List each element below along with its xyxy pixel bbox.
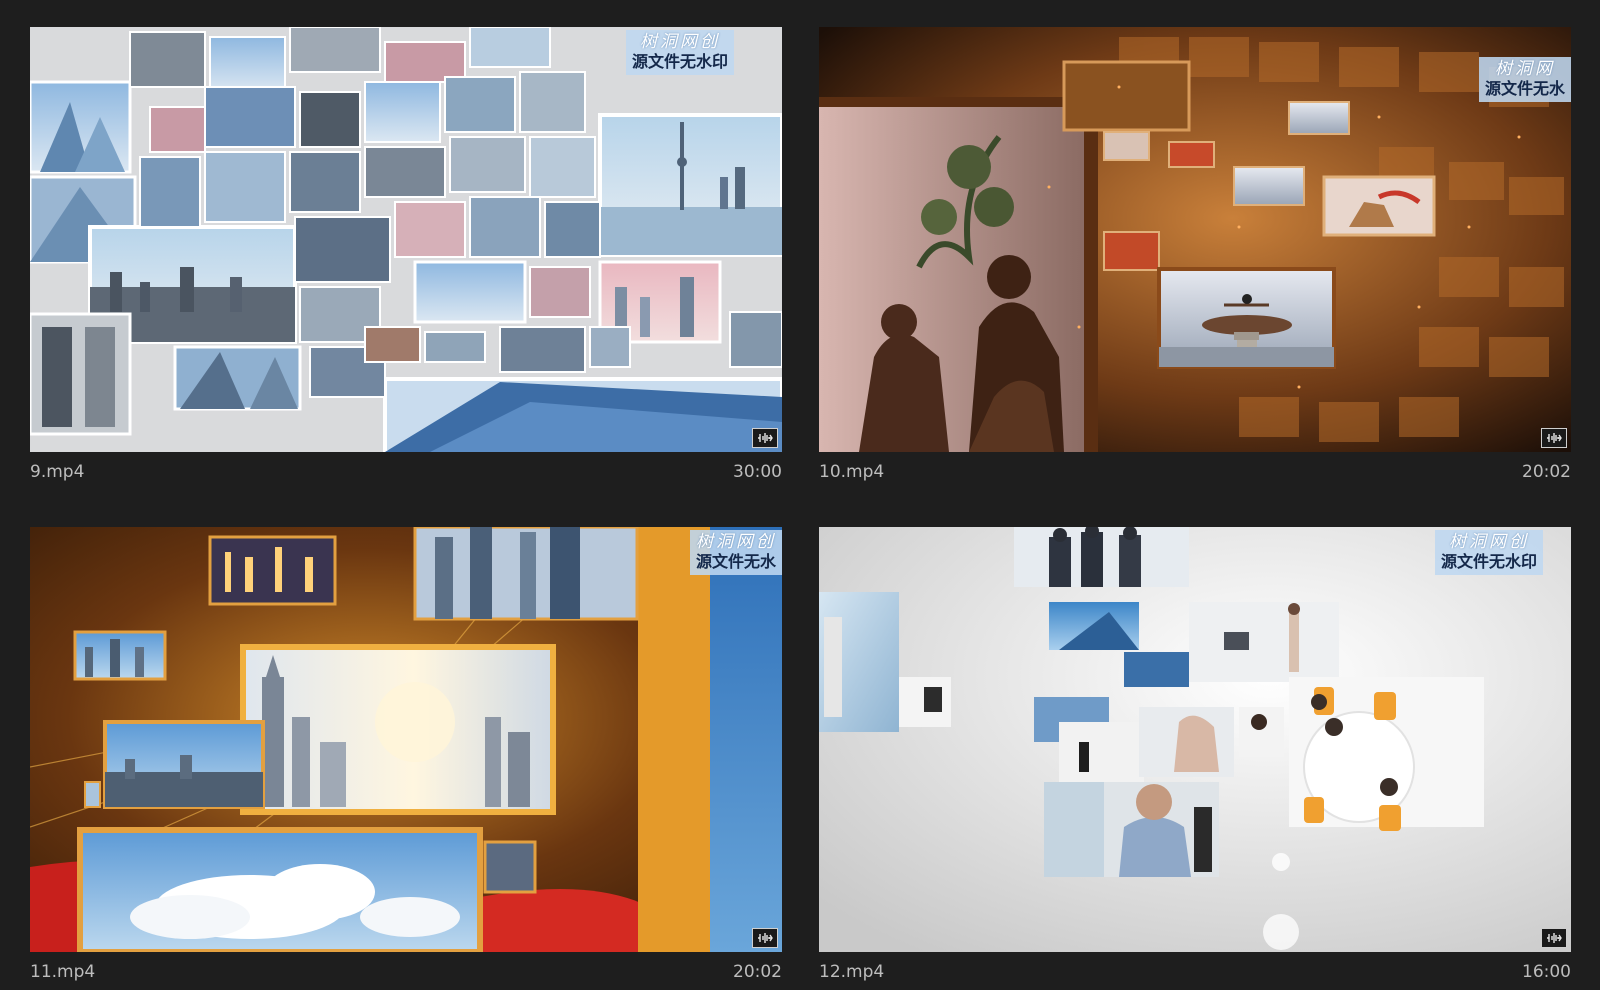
clip-meta: 9.mp4 30:00 [30,452,782,492]
clip-duration: 20:02 [1522,462,1571,482]
clip-meta: 10.mp4 20:02 [819,452,1571,492]
thumbnail-image [30,527,782,952]
watermark-caption-text: 源文件无水 [695,552,776,572]
clip-card[interactable]: 树洞网创 源文件无水印 9.mp4 30:00 [30,27,782,492]
clip-card[interactable]: 树洞网 源文件无水 10.mp4 20:02 [819,27,1571,492]
thumbnail-image [30,27,782,452]
clip-filename[interactable]: 12.mp4 [819,962,884,982]
clip-duration: 16:00 [1522,962,1571,982]
watermark-brand-text: 树洞网创 [639,32,720,52]
media-bin-grid: 树洞网创 源文件无水印 9.mp4 30:00 树洞网 源文件无水 10.mp4… [0,0,1600,990]
audio-waveform-icon [752,428,778,448]
clip-thumbnail[interactable]: 树洞网创 源文件无水印 [819,527,1571,952]
audio-waveform-icon [1541,428,1567,448]
clip-meta: 12.mp4 16:00 [819,952,1571,990]
clip-thumbnail[interactable]: 树洞网创 源文件无水 [30,527,782,952]
clip-duration: 20:02 [733,962,782,982]
clip-card[interactable]: 树洞网创 源文件无水 11.mp4 20:02 [30,527,782,990]
watermark-overlay: 树洞网创 源文件无水印 [1434,530,1543,575]
watermark-brand-text: 树洞网 [1494,59,1555,79]
clip-duration: 30:00 [733,462,782,482]
clip-card[interactable]: 树洞网创 源文件无水印 12.mp4 16:00 [819,527,1571,990]
clip-filename[interactable]: 10.mp4 [819,462,884,482]
thumbnail-image [819,527,1571,952]
watermark-overlay: 树洞网创 源文件无水 [689,530,782,575]
watermark-brand-text: 树洞网创 [695,532,776,552]
clip-filename[interactable]: 11.mp4 [30,962,95,982]
audio-waveform-icon [1541,928,1567,948]
watermark-overlay: 树洞网创 源文件无水印 [625,30,734,75]
thumbnail-image [819,27,1571,452]
clip-thumbnail[interactable]: 树洞网 源文件无水 [819,27,1571,452]
clip-meta: 11.mp4 20:02 [30,952,782,990]
clip-filename[interactable]: 9.mp4 [30,462,84,482]
watermark-caption-text: 源文件无水印 [1440,552,1537,572]
watermark-brand-text: 树洞网创 [1448,532,1529,552]
watermark-caption-text: 源文件无水印 [631,52,728,72]
watermark-overlay: 树洞网 源文件无水 [1478,57,1571,102]
clip-thumbnail[interactable]: 树洞网创 源文件无水印 [30,27,782,452]
audio-waveform-icon [752,928,778,948]
watermark-caption-text: 源文件无水 [1484,79,1565,99]
